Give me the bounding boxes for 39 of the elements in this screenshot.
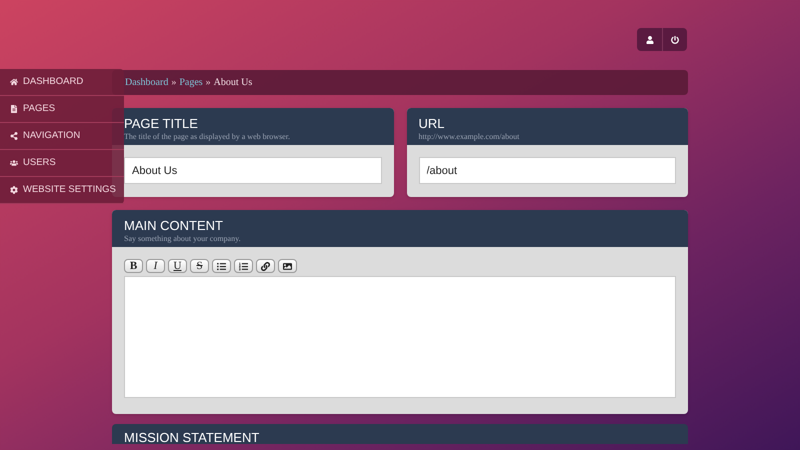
- breadcrumb-current: About Us: [214, 76, 252, 90]
- panel-subtitle: The title of the page as displayed by a web browser.: [124, 131, 291, 142]
- numbered-list-icon: [239, 262, 248, 270]
- bold-button[interactable]: B: [124, 259, 143, 273]
- panel-title: MAIN CONTENT: [124, 218, 224, 233]
- users-icon: [10, 159, 18, 167]
- panel-subtitle: Say something about your company.: [124, 233, 242, 244]
- bullet-list-icon: [217, 262, 226, 270]
- settings-icon: [10, 186, 18, 194]
- text-input-field[interactable]: About Us: [124, 157, 382, 184]
- text-input-field[interactable]: /about: [418, 157, 676, 184]
- link-icon: [261, 262, 270, 270]
- sidebar-label: WEBSITE SETTINGS: [23, 182, 116, 197]
- user-icon: [646, 36, 654, 44]
- breadcrumb-link[interactable]: Dashboard: [125, 75, 168, 90]
- panel-title: URL: [418, 116, 446, 131]
- breadcrumb-separator: »: [171, 76, 176, 90]
- sidebar-item[interactable]: PAGES: [0, 96, 124, 123]
- image-icon: [283, 262, 292, 270]
- italic-button[interactable]: I: [146, 259, 165, 273]
- breadcrumb-link[interactable]: Pages: [179, 75, 203, 90]
- panel-title: PAGE TITLE: [124, 116, 199, 131]
- sidebar-label: USERS: [23, 156, 56, 170]
- panel-title: MISSION STATEMENT: [124, 430, 260, 445]
- home-icon: [10, 78, 18, 86]
- panel-subtitle: http://www.example.com/about: [418, 131, 520, 142]
- document-icon: [10, 105, 18, 113]
- sidebar-label: PAGES: [23, 102, 56, 116]
- bullet-list-button[interactable]: [212, 259, 231, 273]
- numbered-list-button[interactable]: [234, 259, 253, 273]
- power-icon: [671, 36, 679, 44]
- link-button[interactable]: [256, 259, 275, 273]
- strikethrough-button[interactable]: S: [190, 259, 209, 273]
- share-icon: [10, 132, 18, 140]
- underline-button[interactable]: U: [168, 259, 187, 273]
- sidebar-label: NAVIGATION: [23, 128, 80, 143]
- sidebar-label: DASHBOARD: [23, 74, 84, 89]
- image-button[interactable]: [278, 259, 297, 273]
- breadcrumb-separator: »: [206, 76, 211, 90]
